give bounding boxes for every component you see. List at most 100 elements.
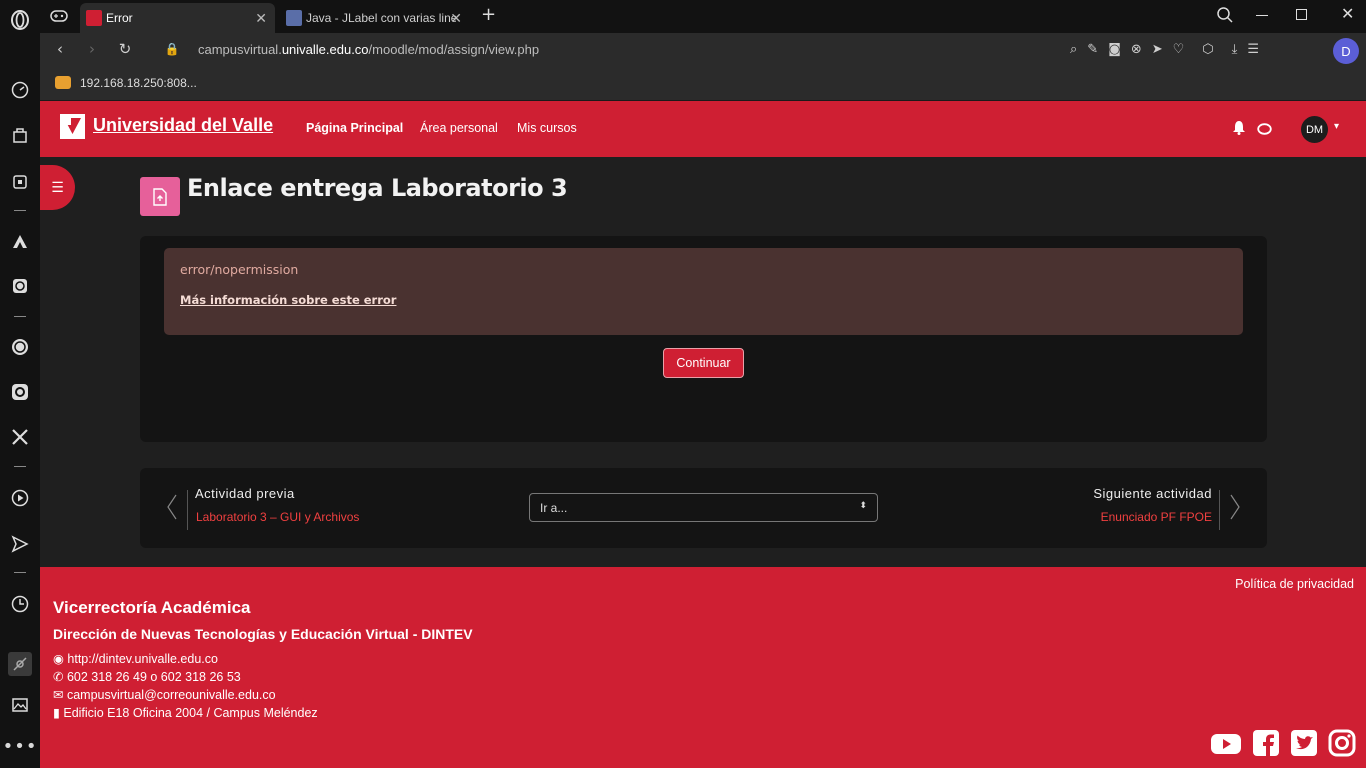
close-tab-icon[interactable]: ✕ <box>450 10 462 27</box>
more-icon[interactable]: ••• <box>3 734 37 758</box>
forward-icon[interactable]: › <box>82 40 102 58</box>
chevron-left-icon[interactable] <box>166 494 178 524</box>
tab-title: Error <box>106 11 133 25</box>
chatgpt-icon[interactable] <box>8 274 32 298</box>
x-twitter-icon[interactable] <box>8 425 32 449</box>
address-text: Edificio E18 Oficina 2004 / Campus Melén… <box>63 706 318 720</box>
activity-navigation: Actividad previa Laboratorio 3 – GUI y A… <box>140 468 1267 548</box>
send-flow-icon[interactable] <box>8 532 32 556</box>
tab-bar: Error ✕ Java - JLabel con varias line ✕ … <box>40 0 1366 33</box>
twitter-icon[interactable] <box>1290 729 1320 759</box>
close-tab-icon[interactable]: ✕ <box>255 10 267 27</box>
heart-icon[interactable]: ♡ <box>1173 42 1185 57</box>
assignment-icon <box>140 177 180 216</box>
block-icon[interactable]: ⊗ <box>1131 42 1142 57</box>
next-activity-link[interactable]: Enunciado PF FPOE <box>1101 510 1212 524</box>
download-icon[interactable]: ⤓ <box>1232 42 1238 57</box>
nav-divider <box>1219 490 1220 530</box>
url-field[interactable]: campusvirtual.univalle.edu.co/moodle/mod… <box>198 42 539 57</box>
bookmark-favicon-icon <box>55 76 71 89</box>
site-header: Universidad del Valle Página Principal Á… <box>40 101 1366 157</box>
music-player-icon[interactable] <box>8 486 32 510</box>
footer-email[interactable]: ✉ campusvirtual@correounivalle.edu.co <box>53 687 276 702</box>
gallery-icon[interactable] <box>8 693 32 717</box>
lock-icon[interactable]: 🔒 <box>162 42 182 56</box>
send-icon[interactable]: ➤ <box>1152 42 1163 57</box>
back-icon[interactable]: ‹ <box>50 40 70 58</box>
website-text: http://dintev.univalle.edu.co <box>67 652 218 666</box>
nav-divider <box>187 490 188 530</box>
sidebar-divider <box>14 466 26 467</box>
course-index-toggle[interactable]: ☰ <box>40 165 75 210</box>
tab-error[interactable]: Error ✕ <box>80 3 275 33</box>
speed-dial-icon[interactable] <box>8 78 32 102</box>
tab-java[interactable]: Java - JLabel con varias line ✕ <box>280 3 470 33</box>
address-bar: ‹ › ↻ 🔒 campusvirtual.univalle.edu.co/mo… <box>40 33 1366 67</box>
history-icon[interactable] <box>8 592 32 616</box>
nav-home[interactable]: Página Principal <box>306 121 403 135</box>
jump-to-select[interactable]: Ir a... ⬍ <box>529 493 878 522</box>
prev-activity-link[interactable]: Laboratorio 3 – GUI y Archivos <box>196 510 359 524</box>
instagram-icon[interactable] <box>1328 729 1358 759</box>
profile-avatar[interactable]: D <box>1333 38 1359 64</box>
main-region: error/nopermission Más información sobre… <box>140 236 1267 442</box>
bookmarks-bar: 192.168.18.250:808... <box>40 67 1366 101</box>
url-path: /moodle/mod/assign/view.php <box>368 42 540 57</box>
footer-subtitle: Dirección de Nuevas Tecnologías y Educac… <box>53 626 473 642</box>
phone-icon: ✆ <box>53 670 67 684</box>
edit-icon[interactable]: ✎ <box>1087 42 1098 57</box>
easy-setup-icon[interactable]: ☰ <box>1247 42 1259 57</box>
sidebar-divider <box>14 316 26 317</box>
prev-activity-heading: Actividad previa <box>195 486 295 501</box>
envelope-icon: ✉ <box>53 688 67 702</box>
game-controller-icon[interactable] <box>50 8 68 27</box>
page-footer: Política de privacidad Vicerrectoría Aca… <box>40 567 1366 768</box>
privacy-policy-link[interactable]: Política de privacidad <box>1235 577 1354 591</box>
select-arrows-icon: ⬍ <box>859 500 867 510</box>
extensions-cube-icon[interactable]: ⬡ <box>1202 42 1213 57</box>
restore-icon[interactable] <box>1296 9 1307 20</box>
site-brand-link[interactable]: Universidad del Valle <box>93 115 273 136</box>
next-activity-heading: Siguiente actividad <box>1093 486 1212 501</box>
nav-dashboard[interactable]: Área personal <box>420 121 498 135</box>
shopping-bag-icon[interactable] <box>8 123 32 147</box>
page-title: Enlace entrega Laboratorio 3 <box>187 174 568 202</box>
browser-sidebar: ••• <box>0 0 40 768</box>
building-icon: ▮ <box>53 706 64 720</box>
footer-phone: ✆ 602 318 26 49 o 602 318 26 53 <box>53 669 241 684</box>
notifications-bell-icon[interactable] <box>1232 120 1246 139</box>
zoom-icon[interactable]: ⌕ <box>1070 42 1077 57</box>
aria-ai-icon[interactable] <box>8 170 32 194</box>
jump-to-value: Ir a... <box>540 501 568 515</box>
url-prefix: campusvirtual. <box>198 42 282 57</box>
search-tabs-icon[interactable] <box>1216 6 1234 28</box>
tab-title: Java - JLabel con varias line <box>306 11 456 25</box>
more-info-link[interactable]: Más información sobre este error <box>180 293 396 307</box>
facebook-icon[interactable] <box>1252 729 1282 759</box>
error-code: error/nopermission <box>180 262 299 277</box>
univalle-logo-icon[interactable] <box>60 114 85 139</box>
camera-icon[interactable]: ◙ <box>1108 42 1121 57</box>
nav-my-courses[interactable]: Mis cursos <box>517 121 577 135</box>
opera-logo-icon[interactable] <box>8 8 32 32</box>
youtube-icon[interactable] <box>1210 729 1241 759</box>
whatsapp-icon[interactable] <box>8 335 32 359</box>
close-window-icon[interactable]: ✕ <box>1341 4 1354 23</box>
user-avatar[interactable]: DM <box>1301 116 1328 143</box>
minimize-icon[interactable] <box>1256 15 1268 16</box>
bookmark-item[interactable]: 192.168.18.250:808... <box>80 76 197 90</box>
aria-triangle-icon[interactable] <box>8 230 32 254</box>
sidebar-divider <box>14 210 26 211</box>
univalle-favicon-icon <box>86 10 102 26</box>
phone-text: 602 318 26 49 o 602 318 26 53 <box>66 670 241 684</box>
continue-button[interactable]: Continuar <box>663 348 744 378</box>
user-menu-chevron-down-icon[interactable]: ▾ <box>1334 121 1339 132</box>
reload-icon[interactable]: ↻ <box>115 40 135 58</box>
list-icon: ☰ <box>51 179 64 196</box>
chevron-right-icon[interactable] <box>1229 494 1241 524</box>
new-tab-icon[interactable]: + <box>481 4 496 25</box>
instagram-icon[interactable] <box>8 380 32 404</box>
footer-website[interactable]: ◉ http://dintev.univalle.edu.co <box>53 651 218 666</box>
settings-off-icon[interactable] <box>8 652 32 676</box>
messages-icon[interactable] <box>1257 121 1272 140</box>
